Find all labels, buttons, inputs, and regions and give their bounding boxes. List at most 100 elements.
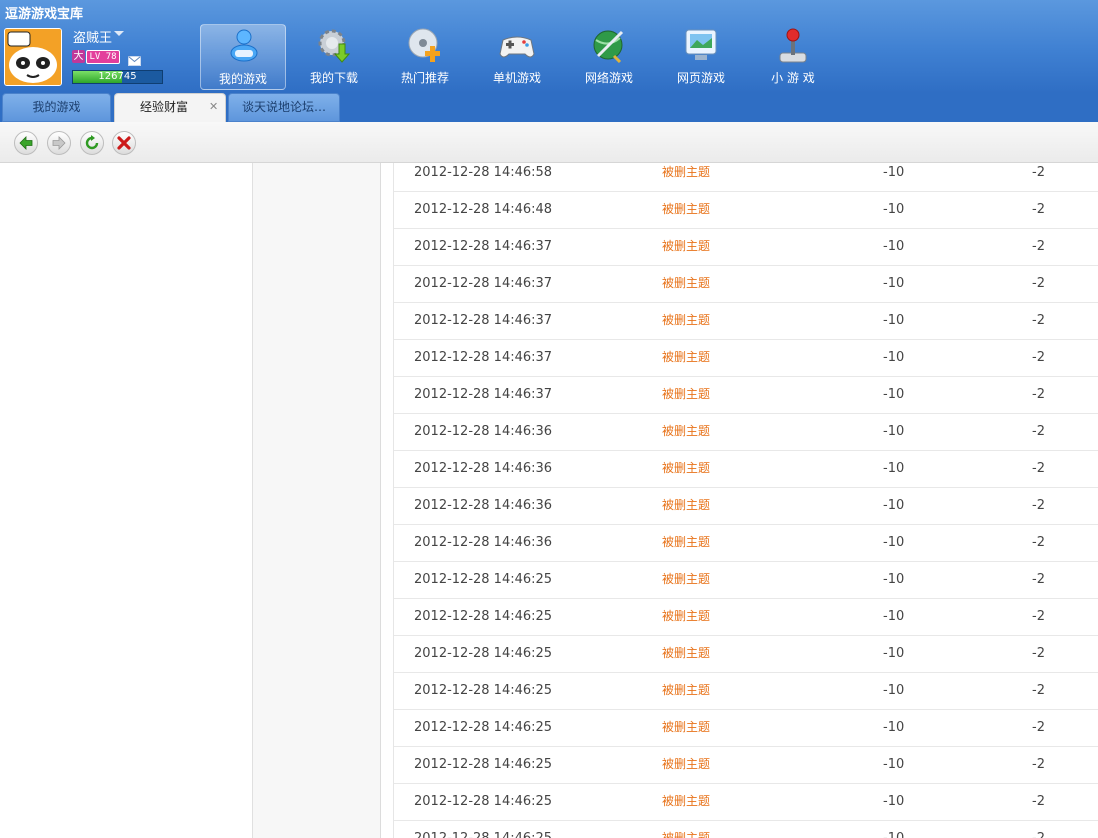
record-action-link[interactable]: 被删主题 (662, 570, 710, 587)
record-action-link[interactable]: 被删主题 (662, 681, 710, 698)
record-experience: -10 (883, 276, 905, 291)
record-action-link[interactable]: 被删主题 (662, 385, 710, 402)
forward-arrow-icon (52, 136, 66, 150)
record-action-link[interactable]: 被删主题 (662, 755, 710, 772)
record-action-link[interactable]: 被删主题 (662, 237, 710, 254)
table-row: 2012-12-28 14:46:36 被删主题 -10 -2 (394, 488, 1098, 525)
record-action-link[interactable]: 被删主题 (662, 459, 710, 476)
record-time: 2012-12-28 14:46:25 (414, 720, 553, 735)
record-action-link[interactable]: 被删主题 (662, 792, 710, 809)
record-wealth: -2 (1032, 498, 1045, 513)
record-action-link[interactable]: 被删主题 (662, 496, 710, 513)
record-action-link[interactable]: 被删主题 (662, 422, 710, 439)
back-button[interactable] (14, 131, 38, 155)
record-time: 2012-12-28 14:46:36 (414, 498, 553, 513)
nav-mini-games[interactable]: 小 游 戏 (750, 24, 836, 90)
refresh-button[interactable] (80, 131, 104, 155)
nav-my-games[interactable]: 我的游戏 (200, 24, 286, 90)
record-time: 2012-12-28 14:46:37 (414, 276, 553, 291)
nav-label: 我的游戏 (218, 72, 267, 86)
tab-forum[interactable]: 谈天说地论坛… (228, 93, 340, 122)
record-action-link[interactable]: 被删主题 (662, 348, 710, 365)
table-row: 2012-12-28 14:46:48 被删主题 -10 -2 (394, 192, 1098, 229)
record-wealth: -2 (1032, 350, 1045, 365)
tab-close-icon[interactable]: ✕ (209, 101, 220, 112)
table-row: 2012-12-28 14:46:37 被删主题 -10 -2 (394, 229, 1098, 266)
forward-button[interactable] (47, 131, 71, 155)
nav-my-downloads[interactable]: 我的下载 (291, 24, 377, 90)
record-experience: -10 (883, 202, 905, 217)
record-wealth: -2 (1032, 276, 1045, 291)
browser-toolbar (0, 122, 1098, 163)
tab-experience-wealth[interactable]: 经验财富 ✕ (114, 93, 226, 122)
table-row: 2012-12-28 14:46:36 被删主题 -10 -2 (394, 414, 1098, 451)
app-header: 逗游游戏宝库 盗贼王 大 LV 78 126745 我的游戏 我的下载 热门推荐… (0, 0, 1098, 93)
record-action-link[interactable]: 被删主题 (662, 200, 710, 217)
record-time: 2012-12-28 14:46:25 (414, 794, 553, 809)
record-wealth: -2 (1032, 646, 1045, 661)
record-time: 2012-12-28 14:46:25 (414, 683, 553, 698)
record-wealth: -2 (1032, 535, 1045, 550)
nav-label: 网页游戏 (676, 71, 725, 85)
globe-sword-icon (590, 26, 628, 64)
record-wealth: -2 (1032, 757, 1045, 772)
table-row: 2012-12-28 14:46:58 被删主题 -10 -2 (394, 163, 1098, 192)
tab-label: 经验财富 (140, 100, 189, 114)
record-experience: -10 (883, 572, 905, 587)
record-action-link[interactable]: 被删主题 (662, 311, 710, 328)
web-monitor-icon (682, 26, 720, 64)
record-experience: -10 (883, 498, 905, 513)
record-action-link[interactable]: 被删主题 (662, 533, 710, 550)
record-wealth: -2 (1032, 720, 1045, 735)
table-row: 2012-12-28 14:46:36 被删主题 -10 -2 (394, 451, 1098, 488)
record-experience: -10 (883, 461, 905, 476)
table-row: 2012-12-28 14:46:25 被删主题 -10 -2 (394, 599, 1098, 636)
mail-icon[interactable] (128, 51, 141, 70)
user-name[interactable]: 盗贼王 (73, 27, 112, 46)
record-time: 2012-12-28 14:46:25 (414, 646, 553, 661)
record-action-link[interactable]: 被删主题 (662, 829, 710, 838)
tab-my-games[interactable]: 我的游戏 (2, 93, 111, 122)
level-rank-icon: 大 (72, 50, 85, 63)
nav-label: 单机游戏 (492, 71, 541, 85)
record-time: 2012-12-28 14:46:25 (414, 609, 553, 624)
record-experience: -10 (883, 609, 905, 624)
table-row: 2012-12-28 14:46:37 被删主题 -10 -2 (394, 266, 1098, 303)
refresh-icon (85, 135, 99, 150)
record-wealth: -2 (1032, 683, 1045, 698)
record-experience: -10 (883, 646, 905, 661)
nav-online-games[interactable]: 网络游戏 (566, 24, 652, 90)
disc-plus-icon (406, 26, 444, 64)
side-column (253, 163, 381, 838)
record-action-link[interactable]: 被删主题 (662, 163, 710, 180)
experience-value: 126745 (98, 71, 137, 82)
avatar[interactable] (4, 28, 62, 86)
experience-progress-bar: 126745 (72, 70, 163, 84)
nav-hot-recommend[interactable]: 热门推荐 (382, 24, 468, 90)
nav-web-games[interactable]: 网页游戏 (658, 24, 744, 90)
tab-bar: 我的游戏 经验财富 ✕ 谈天说地论坛… (0, 93, 1098, 122)
record-wealth: -2 (1032, 794, 1045, 809)
app-title: 逗游游戏宝库 (5, 7, 84, 22)
controller-person-icon (225, 27, 263, 65)
record-action-link[interactable]: 被删主题 (662, 274, 710, 291)
table-row: 2012-12-28 14:46:25 被删主题 -10 -2 (394, 747, 1098, 784)
record-wealth: -2 (1032, 831, 1045, 838)
table-row: 2012-12-28 14:46:37 被删主题 -10 -2 (394, 377, 1098, 414)
record-wealth: -2 (1032, 239, 1045, 254)
record-wealth: -2 (1032, 609, 1045, 624)
table-row: 2012-12-28 14:46:25 被删主题 -10 -2 (394, 636, 1098, 673)
level-badge: LV 78 (86, 50, 120, 64)
record-experience: -10 (883, 350, 905, 365)
record-action-link[interactable]: 被删主题 (662, 607, 710, 624)
record-action-link[interactable]: 被删主题 (662, 718, 710, 735)
gamepad-icon (498, 26, 536, 64)
nav-label: 网络游戏 (584, 71, 633, 85)
record-action-link[interactable]: 被删主题 (662, 644, 710, 661)
table-row: 2012-12-28 14:46:36 被删主题 -10 -2 (394, 525, 1098, 562)
user-menu-chevron-down-icon[interactable] (114, 31, 124, 36)
records-list[interactable]: 2012-12-28 14:46:58 被删主题 -10 -2 2012-12-28 1… (393, 163, 1098, 838)
nav-single-games[interactable]: 单机游戏 (474, 24, 560, 90)
table-row: 2012-12-28 14:46:25 被删主题 -10 -2 (394, 784, 1098, 821)
stop-button[interactable] (112, 131, 136, 155)
